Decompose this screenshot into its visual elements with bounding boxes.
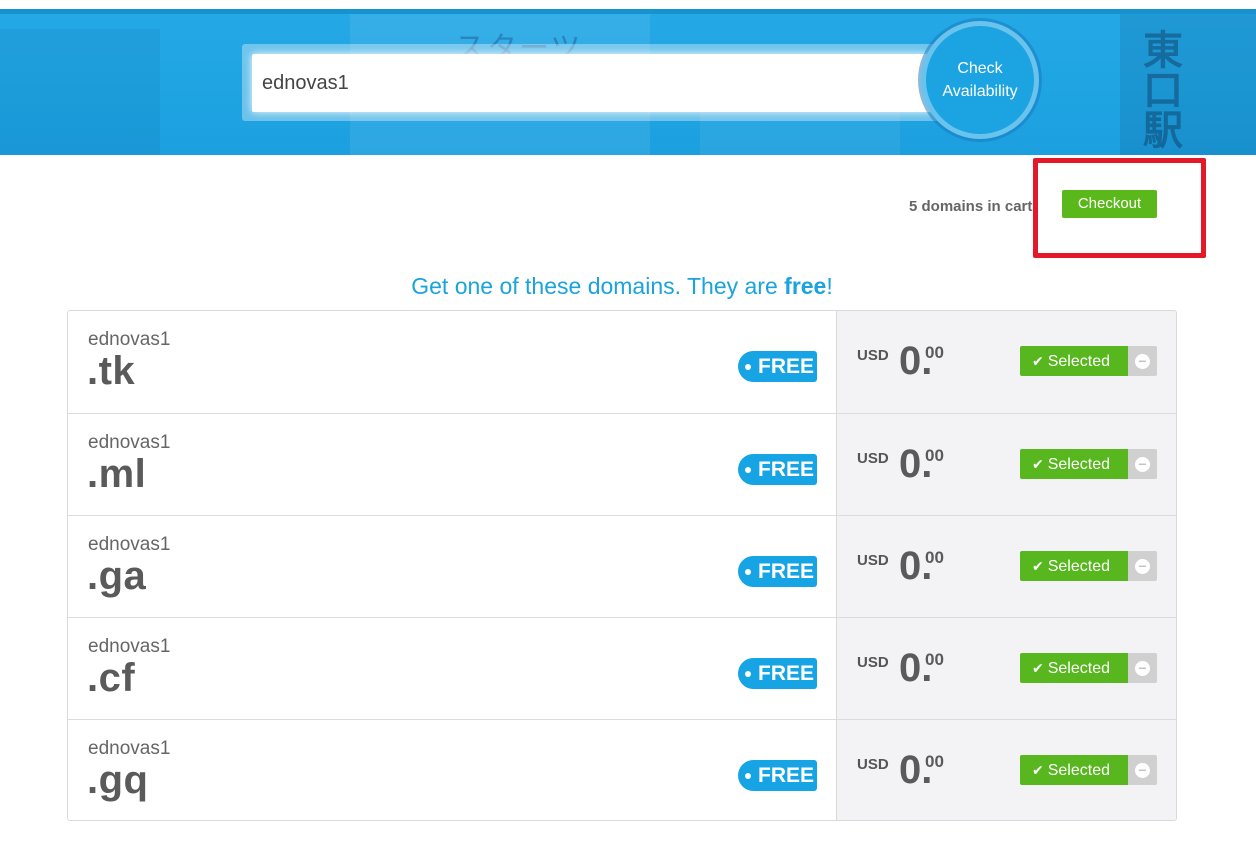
free-badge-label: FREE xyxy=(758,662,815,685)
domain-row: ednovas1 .cf FREE USD 0. 00 ✔ Selected − xyxy=(68,617,1176,720)
domain-row: ednovas1 .tk FREE USD 0. 00 ✔ Selected − xyxy=(68,311,1176,413)
price-cell: USD 0. 00 ✔ Selected − xyxy=(837,516,1176,618)
free-badge: FREE xyxy=(738,658,817,689)
minus-circle-icon: − xyxy=(1135,763,1150,778)
selected-label: Selected xyxy=(1047,660,1110,677)
free-badge: FREE xyxy=(738,556,817,587)
minus-circle-icon: − xyxy=(1135,559,1150,574)
headline-suffix: ! xyxy=(826,273,833,299)
free-badge-label: FREE xyxy=(758,355,815,378)
domain-tld: .gq xyxy=(87,758,149,802)
domain-name: ednovas1 xyxy=(88,534,171,555)
checkmark-icon: ✔ xyxy=(1032,558,1044,574)
price-cents: 00 xyxy=(925,446,944,465)
remove-domain-button[interactable]: − xyxy=(1128,346,1157,376)
check-availability-label-line2: Availability xyxy=(942,83,1018,100)
price-cents: 00 xyxy=(925,548,944,567)
cart-summary: 5 domains in cart xyxy=(909,198,1033,215)
remove-domain-button[interactable]: − xyxy=(1128,551,1157,581)
domain-name: ednovas1 xyxy=(88,738,171,759)
selected-button[interactable]: ✔ Selected xyxy=(1020,346,1128,376)
price-currency: USD xyxy=(857,450,889,467)
badge-dot-icon xyxy=(745,773,751,779)
price-cell: USD 0. 00 ✔ Selected − xyxy=(837,311,1176,413)
price-cents: 00 xyxy=(925,650,944,669)
checkmark-icon: ✔ xyxy=(1032,762,1044,778)
headline-emphasis: free xyxy=(784,273,827,299)
minus-circle-icon: − xyxy=(1135,354,1150,369)
free-badge-label: FREE xyxy=(758,560,815,583)
selected-label: Selected xyxy=(1047,762,1110,779)
domain-name: ednovas1 xyxy=(88,432,171,453)
check-availability-button[interactable]: Check Availability xyxy=(921,21,1039,139)
search-bar: ednovas1 xyxy=(242,44,942,121)
price-cents: 00 xyxy=(925,343,944,362)
remove-domain-button[interactable]: − xyxy=(1128,653,1157,683)
minus-circle-icon: − xyxy=(1135,457,1150,472)
domain-cell: ednovas1 .ml FREE xyxy=(68,414,837,516)
price-currency: USD xyxy=(857,347,889,364)
hero-background-building xyxy=(0,29,160,155)
selected-button[interactable]: ✔ Selected xyxy=(1020,755,1128,785)
domain-search-input[interactable]: ednovas1 xyxy=(252,54,932,112)
badge-dot-icon xyxy=(745,364,751,370)
domain-tld: .ml xyxy=(87,452,147,496)
domain-name: ednovas1 xyxy=(88,636,171,657)
price-cents: 00 xyxy=(925,752,944,771)
minus-circle-icon: − xyxy=(1135,661,1150,676)
domain-cell: ednovas1 .tk FREE xyxy=(68,311,837,413)
selected-button[interactable]: ✔ Selected xyxy=(1020,653,1128,683)
selected-label: Selected xyxy=(1047,353,1110,370)
price-cell: USD 0. 00 ✔ Selected − xyxy=(837,720,1176,820)
price-cell: USD 0. 00 ✔ Selected − xyxy=(837,414,1176,516)
check-availability-label-line1: Check xyxy=(957,60,1003,77)
hero-background-lettering: 東口駅 xyxy=(1137,29,1181,149)
domain-row: ednovas1 .ml FREE USD 0. 00 ✔ Selected − xyxy=(68,413,1176,516)
price-currency: USD xyxy=(857,552,889,569)
free-badge-label: FREE xyxy=(758,764,815,787)
selected-label: Selected xyxy=(1047,558,1110,575)
checkmark-icon: ✔ xyxy=(1032,353,1044,369)
headline-prefix: Get one of these domains. They are xyxy=(411,273,785,299)
domain-tld: .ga xyxy=(87,554,147,598)
selected-button[interactable]: ✔ Selected xyxy=(1020,449,1128,479)
badge-dot-icon xyxy=(745,467,751,473)
domain-row: ednovas1 .gq FREE USD 0. 00 ✔ Selected − xyxy=(68,719,1176,820)
checkmark-icon: ✔ xyxy=(1032,660,1044,676)
domain-results-table: ednovas1 .tk FREE USD 0. 00 ✔ Selected − … xyxy=(67,310,1177,821)
price-currency: USD xyxy=(857,756,889,773)
free-badge: FREE xyxy=(738,454,817,485)
domain-cell: ednovas1 .gq FREE xyxy=(68,720,837,820)
free-domains-headline: Get one of these domains. They are free! xyxy=(0,273,1244,300)
domain-row: ednovas1 .ga FREE USD 0. 00 ✔ Selected − xyxy=(68,515,1176,618)
domain-tld: .cf xyxy=(87,656,136,700)
free-badge-label: FREE xyxy=(758,458,815,481)
domain-tld: .tk xyxy=(87,349,136,393)
price-cell: USD 0. 00 ✔ Selected − xyxy=(837,618,1176,720)
selected-label: Selected xyxy=(1047,456,1110,473)
selected-button[interactable]: ✔ Selected xyxy=(1020,551,1128,581)
domain-name: ednovas1 xyxy=(88,329,171,350)
domain-cell: ednovas1 .cf FREE xyxy=(68,618,837,720)
remove-domain-button[interactable]: − xyxy=(1128,755,1157,785)
remove-domain-button[interactable]: − xyxy=(1128,449,1157,479)
checkmark-icon: ✔ xyxy=(1032,456,1044,472)
price-currency: USD xyxy=(857,654,889,671)
domain-cell: ednovas1 .ga FREE xyxy=(68,516,837,618)
badge-dot-icon xyxy=(745,569,751,575)
free-badge: FREE xyxy=(738,760,817,791)
free-badge: FREE xyxy=(738,351,817,382)
checkout-button[interactable]: Checkout xyxy=(1062,190,1157,218)
search-hero: スターツ 東口駅 ednovas1 Check Availability xyxy=(0,9,1256,155)
badge-dot-icon xyxy=(745,671,751,677)
